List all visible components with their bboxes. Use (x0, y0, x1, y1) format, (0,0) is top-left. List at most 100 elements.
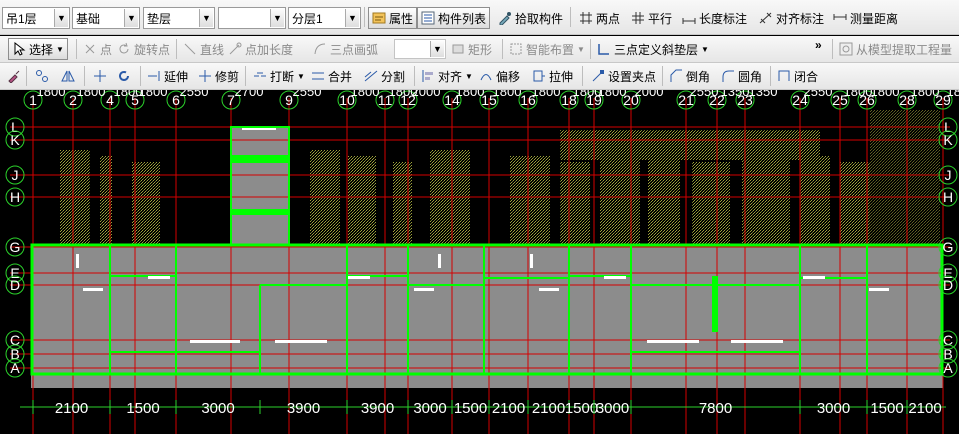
bottom-dimension: 2100 (908, 400, 941, 417)
align-label: 对齐 (438, 69, 463, 84)
chevron-down-icon: ▼ (430, 41, 444, 57)
component-list-button[interactable]: 构件列表 (417, 7, 491, 29)
length-dim-icon (682, 11, 696, 25)
top-dimension: 1800 (911, 90, 940, 99)
top-dimension: 1800 (37, 90, 66, 99)
line-button[interactable]: 直线 (180, 38, 227, 60)
top-dimension: 1800 (871, 90, 900, 99)
chevron-down-icon: ▼ (577, 44, 585, 54)
toolbar-row-3: 延伸 修剪 打断 ▼ 合并 分割 对齐 ▼ 偏移 拉伸 设置夹点 倒角 圆角 闭… (0, 63, 959, 90)
length-dim-button[interactable]: 长度标注 (679, 7, 750, 29)
bottom-dimension: 3000 (413, 400, 446, 417)
merge-button[interactable]: 合并 (308, 65, 355, 87)
property-button[interactable]: 属性 (368, 7, 418, 29)
measure-icon (833, 11, 847, 25)
split-button[interactable]: 分割 (361, 65, 408, 87)
bottom-dimension: 3000 (817, 400, 850, 417)
door-opening (803, 276, 825, 279)
door-opening (348, 276, 370, 279)
floor-select-value: 吊1层 (6, 11, 37, 26)
axis-label-right: G (943, 239, 954, 255)
measure-distance-button[interactable]: 测量距离 (830, 7, 901, 29)
break-label: 打断 (270, 69, 295, 84)
top-dimension: 1800 (532, 90, 561, 99)
merge-label: 合并 (328, 69, 353, 84)
close-polyline-button[interactable]: 闭合 (774, 65, 821, 87)
align-button[interactable]: 对齐 ▼ (418, 65, 476, 87)
slope-icon (597, 42, 611, 56)
point-label: 点 (100, 42, 113, 57)
rotate-button[interactable] (114, 65, 134, 87)
set-grip-button[interactable]: 设置夹点 (588, 65, 659, 87)
property-icon (372, 11, 386, 25)
close-shape-icon (777, 69, 791, 83)
component-list-label: 构件列表 (438, 11, 487, 26)
toolbar-overflow-button[interactable]: » (812, 36, 825, 56)
brush-button[interactable] (4, 65, 24, 87)
top-dimension: 2550 (180, 90, 209, 99)
offset-icon (479, 69, 493, 83)
offset-button[interactable]: 偏移 (476, 65, 523, 87)
smart-layout-button[interactable]: 智能布置 ▼ (506, 38, 588, 60)
top-dimension: 1800 (77, 90, 106, 99)
door-opening (83, 288, 103, 291)
door-opening (647, 340, 699, 343)
wall-segment (712, 276, 718, 332)
component-select[interactable]: 垫层 ▼ (143, 7, 215, 29)
fillet-button[interactable]: 圆角 (718, 65, 765, 87)
measure-distance-label: 测量距离 (850, 11, 899, 26)
hatch-block (560, 130, 820, 160)
hatch-block (840, 162, 870, 245)
type-select[interactable]: 基础 ▼ (72, 7, 140, 29)
aligned-dim-label: 对齐标注 (776, 11, 825, 26)
line-label: 直线 (200, 42, 225, 57)
trim-icon (198, 69, 212, 83)
bottom-dimension: 1500 (454, 400, 487, 417)
point-add-length-button[interactable]: 点加长度 (225, 38, 296, 60)
axis-label-right: H (943, 189, 953, 205)
sublayer-select[interactable]: 分层1 ▼ (288, 7, 361, 29)
three-point-arc-button[interactable]: 三点画弧 (310, 38, 381, 60)
stretch-button[interactable]: 拉伸 (529, 65, 576, 87)
move-button[interactable] (90, 65, 110, 87)
select-label: 选择 (29, 42, 54, 57)
axis-label-left: K (10, 132, 20, 148)
offset-label: 偏移 (496, 69, 521, 84)
extend-button[interactable]: 延伸 (144, 65, 191, 87)
copy-button[interactable] (32, 65, 52, 87)
rotate-point-button[interactable]: 旋转点 (114, 38, 173, 60)
brush-icon (7, 69, 21, 84)
stretch-label: 拉伸 (549, 69, 574, 84)
bottom-dimension: 1500 (870, 400, 903, 417)
point-button[interactable]: 点 (80, 38, 115, 60)
trim-button[interactable]: 修剪 (195, 65, 242, 87)
arc-option-select[interactable]: ▼ (394, 39, 446, 59)
break-button[interactable]: 打断 ▼ (250, 65, 308, 87)
chamfer-button[interactable]: 倒角 (666, 65, 713, 87)
three-point-arc-label: 三点画弧 (330, 42, 379, 57)
bottom-dimension: 2100 (532, 400, 565, 417)
rectangle-icon (451, 42, 465, 56)
drawing-canvas[interactable]: 1 2 4 5 6 7 9 10 11 12 14 15 16 18 19 20 21 22 23 24 25 26 28 2… (0, 90, 959, 434)
aligned-dim-button[interactable]: 对齐标注 (756, 7, 827, 29)
mirror-button[interactable] (58, 65, 78, 87)
pick-component-button[interactable]: 拾取构件 (495, 7, 566, 29)
extend-label: 延伸 (164, 69, 189, 84)
item-select[interactable]: ▼ (218, 7, 286, 29)
select-button[interactable]: 选择 ▼ (8, 38, 68, 60)
three-point-slope-button[interactable]: 三点定义斜垫层 ▼ (594, 38, 712, 60)
extract-from-model-button[interactable]: 从模型提取工程量 (836, 38, 955, 60)
parallel-button[interactable]: 平行 (628, 7, 675, 29)
chevron-down-icon: ▼ (56, 44, 64, 54)
floor-select[interactable]: 吊1层 ▼ (2, 7, 70, 29)
two-points-button[interactable]: 两点 (576, 7, 623, 29)
rectangle-button[interactable]: 矩形 (448, 38, 495, 60)
door-opening (148, 276, 170, 279)
bottom-dimension: 2100 (55, 400, 88, 417)
bottom-dimension: 3900 (287, 400, 320, 417)
move-icon (93, 69, 107, 83)
smart-layout-label: 智能布置 (526, 42, 575, 57)
parallel-icon (631, 11, 645, 25)
chevron-down-icon: ▼ (199, 9, 213, 27)
hatch-block (393, 162, 412, 245)
